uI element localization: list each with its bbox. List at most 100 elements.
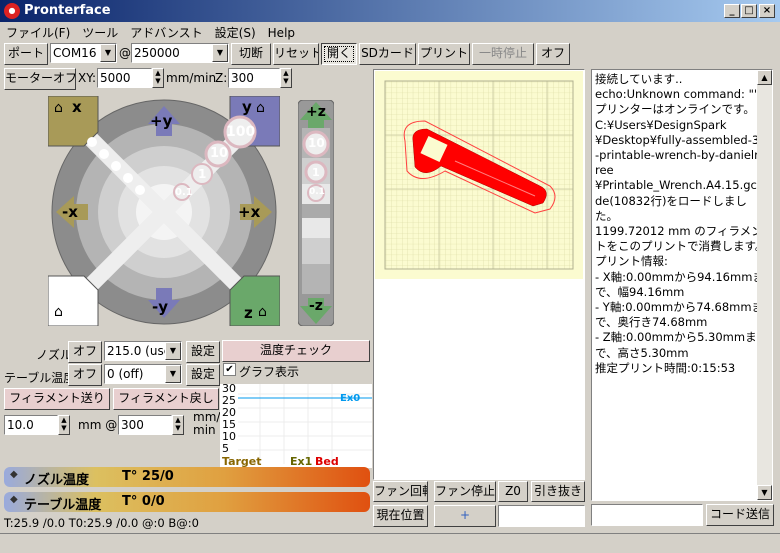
bed-off-button[interactable]: オフ (68, 364, 102, 386)
gauge-arrow-icon: ◆ (10, 494, 18, 505)
xy-unit: mm/min (166, 71, 217, 85)
bed-temp-select[interactable]: 0 (off) ▼ (104, 364, 182, 384)
step-0-1[interactable]: 0.1 (175, 187, 193, 198)
z-spin-icon[interactable]: ▲ ▼ (280, 68, 292, 88)
minimize-icon[interactable]: _ (724, 4, 740, 18)
menu-settings[interactable]: 設定(S) (209, 22, 262, 43)
console-line: - Z軸:0.00mmから5.30mmまで、高さ5.30mm (595, 330, 757, 360)
console-log[interactable]: 接続しています.. echo:Unknown command: "" プリンター… (591, 69, 773, 501)
menu-file[interactable]: ファイル(F) (0, 22, 76, 43)
xy-spin-icon[interactable]: ▲ ▼ (152, 68, 164, 88)
console-line: - Y軸:0.00mmから74.68mmまで、奥行き74.68mm (595, 300, 764, 330)
extrude-speed-value: 300 (121, 418, 144, 432)
graph-checkbox[interactable]: ✔ (223, 363, 236, 376)
bed-preview[interactable] (375, 71, 583, 279)
xy-label: XY: (78, 71, 96, 85)
jog-minus-z: -z (309, 298, 323, 314)
length-spin-icon[interactable]: ▲ ▼ (58, 415, 70, 435)
graph-tick-10: 10 (222, 430, 236, 443)
z-step-1[interactable]: 1 (312, 166, 320, 179)
console-scrollbar[interactable]: ▲ ▼ (757, 70, 772, 500)
gauge-arrow-icon: ◆ (10, 469, 18, 480)
scroll-down-icon[interactable]: ▼ (757, 485, 772, 500)
bed-set-button[interactable]: 設定 (186, 364, 220, 386)
console-line: 接続しています.. (595, 72, 683, 86)
off-button[interactable]: オフ (536, 43, 570, 65)
fan-on-button[interactable]: ファン回転 (373, 481, 428, 502)
home-y-label: y (242, 98, 252, 116)
send-button[interactable]: コード送信 (706, 504, 774, 526)
z0-button[interactable]: Z0 (498, 481, 528, 502)
graph-toggle-label: グラフ表示 (239, 365, 300, 379)
step-10[interactable]: 10 (210, 146, 228, 161)
graph-tick-25: 25 (222, 394, 236, 407)
menu-advanced[interactable]: アドバンスト (124, 22, 208, 43)
legend-ex0: Ex0 (340, 393, 361, 404)
status-bar (0, 533, 780, 553)
fan-off-button[interactable]: ファン停止 (434, 481, 496, 502)
home-all-icon[interactable]: ⌂ (54, 304, 63, 320)
retract-button[interactable]: 引き抜き (531, 481, 585, 502)
chevron-down-icon[interactable]: ▼ (100, 44, 116, 62)
menu-help[interactable]: Help (262, 24, 301, 42)
port-value: COM16 (53, 46, 97, 60)
extrude-button[interactable]: フィラメント送り (4, 388, 110, 410)
graph-tick-20: 20 (222, 406, 236, 419)
chevron-down-icon[interactable]: ▼ (165, 342, 181, 360)
z-step-0-1[interactable]: 0.1 (309, 187, 325, 197)
temp-check-button[interactable]: 温度チェック (222, 340, 370, 362)
nozzle-off-button[interactable]: オフ (68, 341, 102, 363)
current-position-button[interactable]: 現在位置 (373, 505, 428, 527)
menu-tools[interactable]: ツール (76, 22, 124, 43)
home-z-icon[interactable]: ⌂ (258, 304, 267, 320)
add-button[interactable]: + (434, 505, 496, 527)
extrude-length-input[interactable]: 10.0 (4, 415, 58, 435)
print-button[interactable]: プリント (418, 43, 470, 65)
maximize-icon[interactable]: □ (741, 4, 757, 18)
motors-off-button[interactable]: モーターオフ (4, 68, 76, 90)
extrude-length-value: 10.0 (7, 418, 34, 432)
nozzle-gauge: ◆ ノズル温度 T° 25/0 (4, 467, 370, 488)
graph-tick-15: 15 (222, 418, 236, 431)
nozzle-set-button[interactable]: 設定 (186, 341, 220, 363)
jog-minus-x: -x (62, 203, 78, 221)
console-line: 推定プリント時間:0:15:53 (595, 360, 736, 375)
step-100[interactable]: 100 (226, 124, 255, 140)
z-feedrate-input[interactable]: 300 (228, 68, 280, 88)
temp-status-line: T:25.9 /0.0 T0:25.9 /0.0 @:0 B@:0 (4, 516, 199, 530)
xy-feedrate-input[interactable]: 5000 (97, 68, 152, 88)
baud-value: 250000 (134, 46, 180, 60)
home-y-icon[interactable]: ⌂ (256, 100, 265, 116)
pronterface-icon: ● (4, 3, 20, 19)
z-feedrate-value: 300 (231, 71, 254, 85)
window-title: Pronterface (24, 3, 111, 18)
pause-button[interactable]: 一時停止 (472, 43, 534, 65)
menu-bar: ファイル(F) ツール アドバンスト 設定(S) Help (0, 22, 780, 41)
reverse-button[interactable]: フィラメント戻し (113, 388, 219, 410)
close-icon[interactable]: × (759, 4, 775, 18)
sd-button[interactable]: SDカード (359, 43, 416, 65)
command-input[interactable] (591, 504, 703, 526)
port-button[interactable]: ポート (4, 43, 48, 65)
z-step-10[interactable]: 10 (308, 136, 325, 150)
macro-input[interactable] (498, 505, 585, 527)
extrude-speed-input[interactable]: 300 (118, 415, 172, 435)
disconnect-button[interactable]: 切断 (231, 43, 271, 65)
port-select[interactable]: COM16 ▼ (50, 43, 117, 63)
chevron-down-icon[interactable]: ▼ (212, 44, 228, 62)
nozzle-label: ノズル (36, 348, 73, 362)
reset-button[interactable]: リセット (273, 43, 319, 65)
step-1[interactable]: 1 (198, 167, 206, 181)
nozzle-temp-select[interactable]: 215.0 (use ▼ (104, 341, 182, 361)
scroll-up-icon[interactable]: ▲ (757, 70, 772, 85)
z-jog-control[interactable] (298, 100, 334, 326)
xy-feedrate-value: 5000 (100, 71, 131, 85)
console-line: - X軸:0.00mmから94.16mmまで、幅94.16mm (595, 269, 764, 299)
open-button[interactable]: 開く (321, 43, 357, 65)
baud-select[interactable]: 250000 ▼ (131, 43, 229, 63)
console-line: ¥Desktop¥fully-assembled-3d-printable-wr… (595, 132, 769, 178)
chevron-down-icon[interactable]: ▼ (165, 365, 181, 383)
speed-spin-icon[interactable]: ▲ ▼ (172, 415, 184, 435)
home-x-icon[interactable]: ⌂ (54, 100, 63, 116)
console-line: ¥Printable_Wrench.A4.15.gcode(10832行)をロー… (595, 178, 764, 223)
